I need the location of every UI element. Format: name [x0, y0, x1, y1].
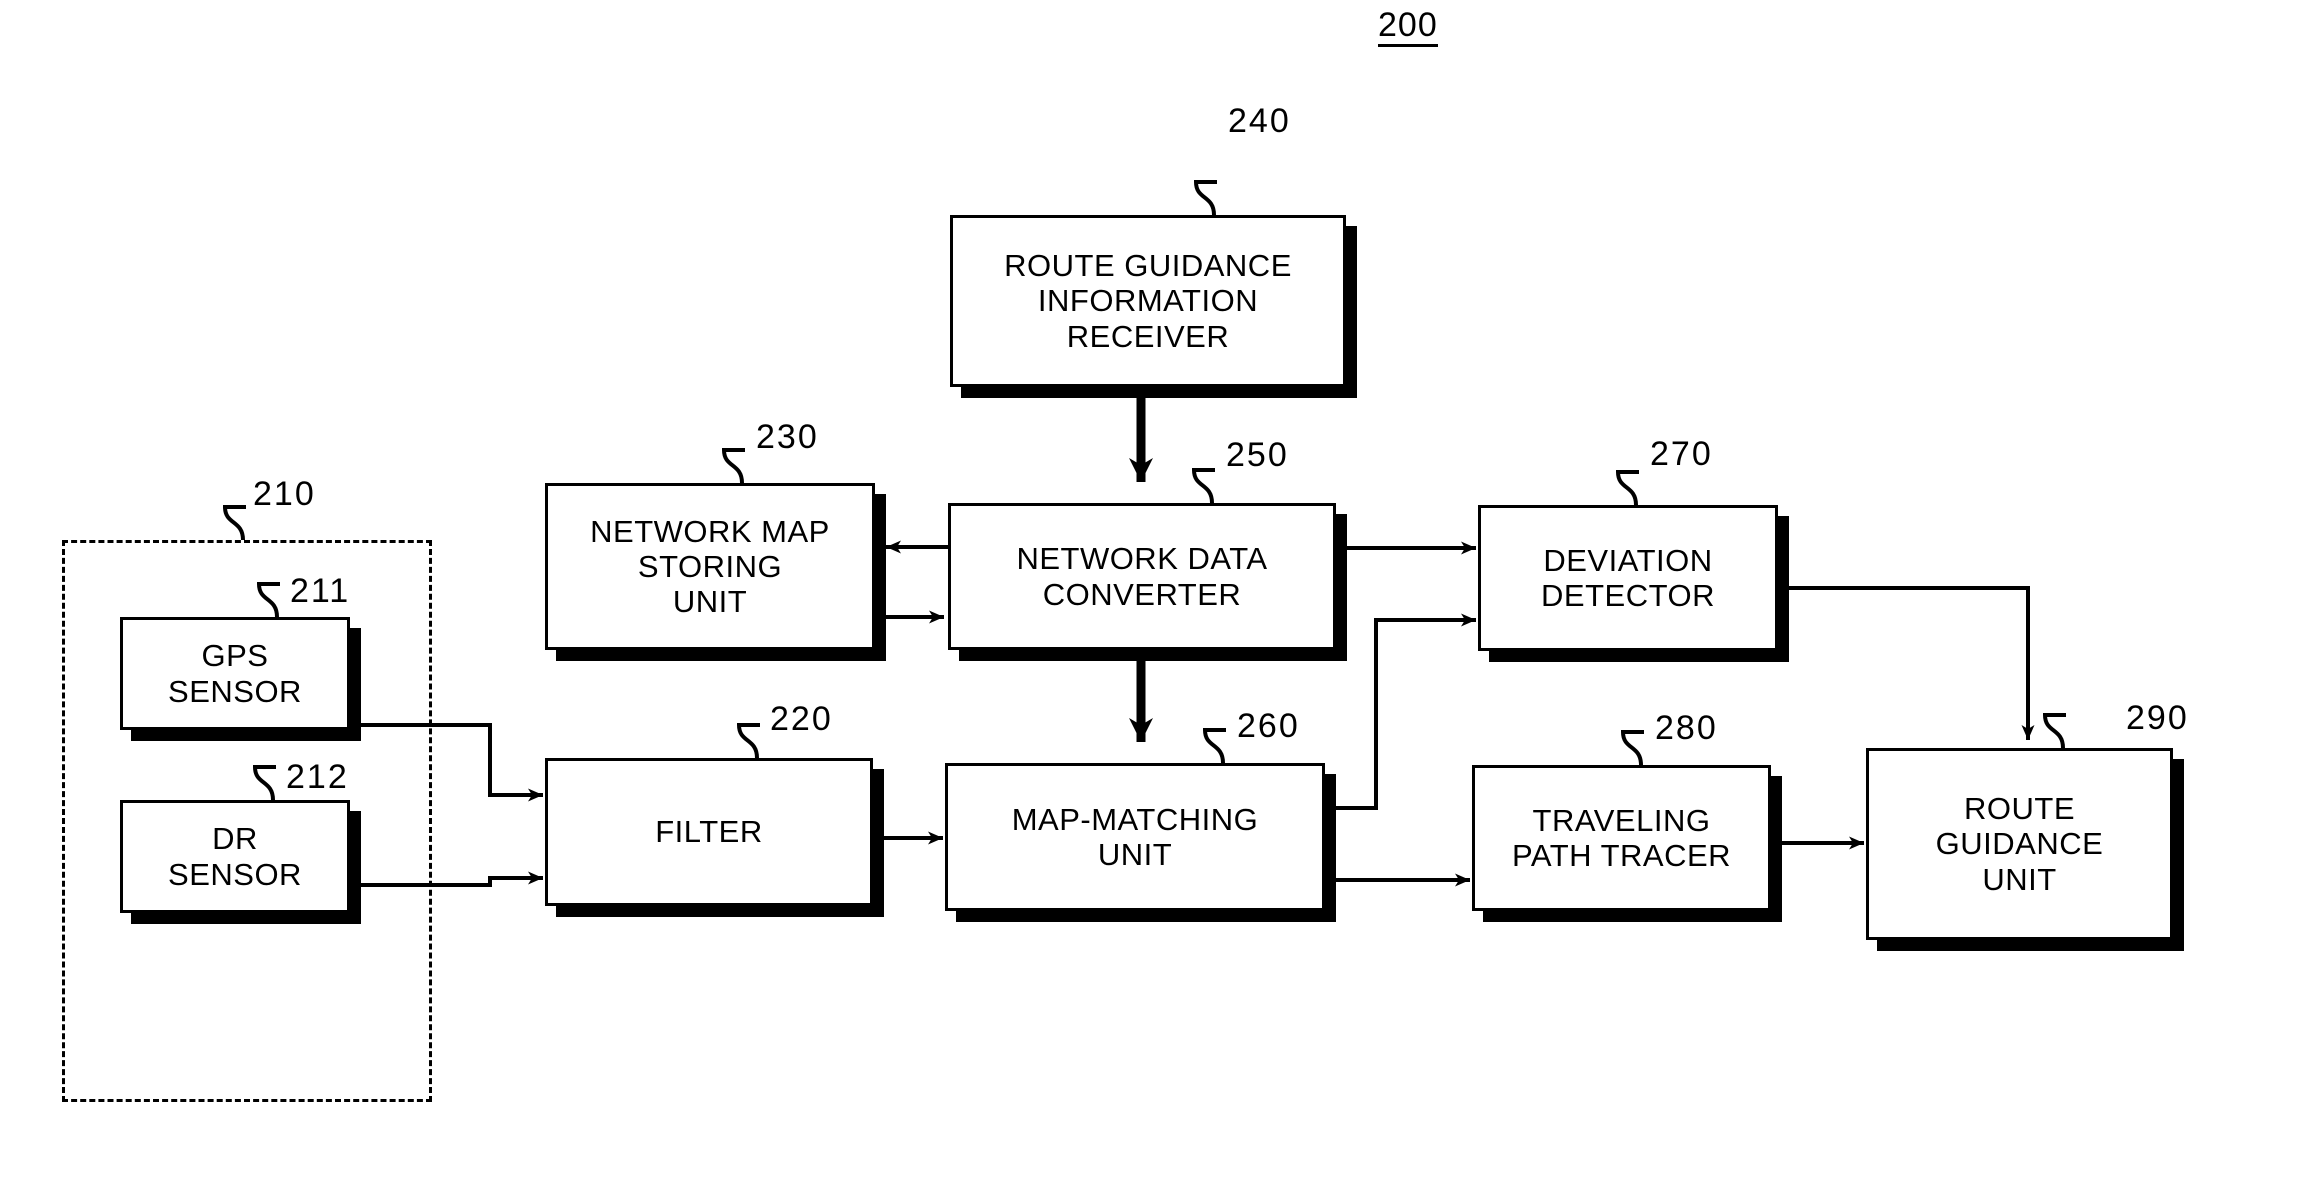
block-shadow: [959, 650, 1347, 661]
block-shadow: [2173, 759, 2184, 951]
block-shadow: [131, 730, 361, 741]
leader-240: [1193, 180, 1217, 216]
block-map-matching-unit: MAP-MATCHING UNIT: [945, 763, 1325, 911]
reference-number-230: 230: [756, 418, 819, 456]
reference-number-260: 260: [1237, 707, 1300, 745]
leader-280: [1620, 730, 1644, 766]
reference-number-250: 250: [1226, 436, 1289, 474]
leader-210: [222, 505, 246, 541]
block-shadow: [873, 769, 884, 917]
leader-260: [1202, 728, 1226, 764]
block-route-guidance-information-receiver: ROUTE GUIDANCE INFORMATION RECEIVER: [950, 215, 1346, 387]
block-network-map-storing-unit: NETWORK MAP STORING UNIT: [545, 483, 875, 650]
block-shadow: [556, 906, 884, 917]
leader-250: [1191, 468, 1215, 504]
block-dr-sensor: DR SENSOR: [120, 800, 350, 913]
block-label: DEVIATION DETECTOR: [1541, 542, 1715, 613]
block-shadow: [350, 628, 361, 741]
block-traveling-path-tracer: TRAVELING PATH TRACER: [1472, 765, 1771, 911]
patent-figure: 200 240 230 250 270 210 211 220 260 280 …: [0, 0, 2313, 1192]
block-label: TRAVELING PATH TRACER: [1511, 802, 1732, 873]
block-shadow: [350, 811, 361, 924]
block-label: FILTER: [655, 814, 763, 850]
connector-map-matching-unit-to-deviation-detector: [1325, 613, 1476, 810]
connector-deviation-detector-to-route-guidance-unit: [1778, 586, 2035, 740]
block-shadow: [1346, 226, 1357, 398]
block-label: NETWORK DATA CONVERTER: [1016, 541, 1268, 612]
block-route-guidance-unit: ROUTE GUIDANCE UNIT: [1866, 748, 2173, 940]
block-deviation-detector: DEVIATION DETECTOR: [1478, 505, 1778, 651]
block-shadow: [1771, 776, 1782, 922]
reference-number-240: 240: [1228, 102, 1291, 140]
block-shadow: [1483, 911, 1782, 922]
reference-number-290: 290: [2126, 699, 2189, 737]
block-shadow: [961, 387, 1357, 398]
block-label: MAP-MATCHING UNIT: [1011, 801, 1259, 872]
leader-290: [2042, 713, 2066, 749]
reference-number-270: 270: [1650, 435, 1713, 473]
block-shadow: [1778, 516, 1789, 662]
block-network-data-converter: NETWORK DATA CONVERTER: [948, 503, 1336, 650]
block-gps-sensor: GPS SENSOR: [120, 617, 350, 730]
block-shadow: [131, 913, 361, 924]
reference-number-210: 210: [253, 475, 316, 513]
block-shadow: [1877, 940, 2184, 951]
block-shadow: [956, 911, 1336, 922]
leader-220: [736, 723, 760, 759]
block-shadow: [875, 494, 886, 661]
block-shadow: [1336, 514, 1347, 661]
block-filter: FILTER: [545, 758, 873, 906]
block-label: NETWORK MAP STORING UNIT: [590, 513, 830, 620]
reference-number-280: 280: [1655, 709, 1718, 747]
block-label: ROUTE GUIDANCE UNIT: [1935, 791, 2104, 897]
block-shadow: [1489, 651, 1789, 662]
leader-270: [1615, 470, 1639, 506]
block-shadow: [556, 650, 886, 661]
block-shadow: [1325, 774, 1336, 922]
block-label: GPS SENSOR: [168, 638, 302, 709]
leader-230: [721, 448, 745, 484]
reference-number-220: 220: [770, 700, 833, 738]
block-label: ROUTE GUIDANCE INFORMATION RECEIVER: [1004, 248, 1292, 354]
block-label: DR SENSOR: [168, 821, 302, 892]
